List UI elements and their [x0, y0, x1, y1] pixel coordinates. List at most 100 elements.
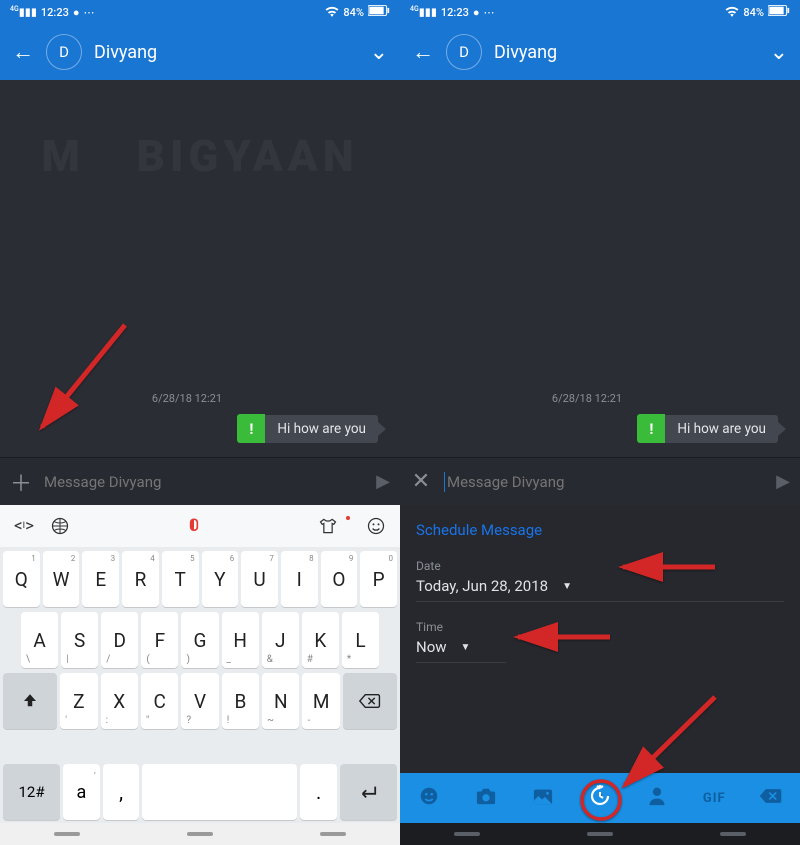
input-bar: ＋ ▶	[0, 457, 400, 505]
globe-icon[interactable]	[46, 512, 74, 540]
key-c[interactable]: C"	[141, 673, 178, 729]
phone-left: 4G▮▮▮ 12:23 ● ⋯ 84% ← D Divyang ⌄ M BIGY…	[0, 0, 400, 845]
key-n[interactable]: N~	[262, 673, 299, 729]
chat-area[interactable]: 6/28/18 12:21 ! Hi how are you	[400, 80, 800, 457]
expand-icon[interactable]: ⌄	[370, 40, 388, 65]
key-l[interactable]: L*	[342, 612, 379, 668]
app-bar: ← D Divyang ⌄	[400, 24, 800, 80]
attachment-toolbar: GIF	[400, 773, 800, 823]
dropdown-icon[interactable]: ▼	[461, 642, 471, 653]
back-arrow-icon[interactable]: ←	[12, 39, 34, 65]
shift-key[interactable]	[3, 673, 57, 729]
touchpal-icon[interactable]	[180, 512, 208, 540]
key-j[interactable]: J&	[262, 612, 299, 668]
key-x[interactable]: X:	[101, 673, 138, 729]
nav-bar	[0, 823, 400, 845]
time-field[interactable]: Time Now ▼	[400, 608, 800, 669]
contact-icon[interactable]	[642, 785, 672, 812]
gif-icon[interactable]: GIF	[699, 791, 729, 806]
key-f[interactable]: F(	[141, 612, 178, 668]
message-timestamp: 6/28/18 12:21	[152, 392, 222, 405]
avatar[interactable]: D	[46, 34, 82, 70]
nav-recent[interactable]	[720, 832, 746, 836]
emoji-icon[interactable]	[362, 512, 390, 540]
key-b[interactable]: B!	[222, 673, 259, 729]
signal-icon: 4G▮▮▮	[410, 5, 437, 19]
schedule-icon[interactable]	[585, 784, 615, 813]
status-dot-icon: ●	[473, 6, 480, 19]
message-input[interactable]	[44, 473, 364, 491]
key-m[interactable]: M-	[302, 673, 339, 729]
keyboard: <I> Q1W2E3R4T5Y6U7I8O9P0 A\S|D/F(G)H_J&K…	[0, 505, 400, 823]
numeric-key[interactable]: 12#	[3, 764, 60, 820]
message-text: Hi how are you	[265, 415, 378, 443]
date-field[interactable]: Date Today, Jun 28, 2018 ▼	[400, 547, 800, 608]
message-bubble[interactable]: ! Hi how are you	[237, 414, 386, 443]
nav-home[interactable]	[587, 832, 613, 836]
key-s[interactable]: S|	[61, 612, 98, 668]
status-bar: 4G▮▮▮ 12:23 ● ⋯ 84%	[0, 0, 400, 24]
key-t[interactable]: T5	[162, 551, 199, 607]
message-text: Hi how are you	[665, 415, 778, 443]
nav-back[interactable]	[454, 832, 480, 836]
key-k[interactable]: K#	[302, 612, 339, 668]
chat-area[interactable]: M BIGYAAN 6/28/18 12:21 ! Hi how are you	[0, 80, 400, 457]
key-h[interactable]: H_	[222, 612, 259, 668]
status-dot-icon: ●	[73, 6, 80, 19]
expand-icon[interactable]: ⌄	[770, 40, 788, 65]
key-w[interactable]: W2	[43, 551, 80, 607]
comma-key[interactable]: ,	[103, 764, 140, 820]
key-r[interactable]: R4	[122, 551, 159, 607]
enter-key[interactable]	[340, 764, 397, 820]
dropdown-icon[interactable]: ▼	[562, 581, 572, 592]
contact-name[interactable]: Divyang	[94, 42, 358, 63]
status-bar: 4G▮▮▮ 12:23 ● ⋯ 84%	[400, 0, 800, 24]
nav-back[interactable]	[54, 832, 80, 836]
back-arrow-icon[interactable]: ←	[412, 39, 434, 65]
avatar[interactable]: D	[446, 34, 482, 70]
message-input[interactable]	[447, 473, 764, 491]
key-g[interactable]: G)	[181, 612, 218, 668]
signal-icon: 4G▮▮▮	[10, 5, 37, 19]
key-z[interactable]: Z'	[60, 673, 97, 729]
period-key[interactable]: .	[300, 764, 337, 820]
gallery-icon[interactable]	[528, 786, 558, 811]
close-icon[interactable]: ✕	[410, 469, 432, 494]
status-time: 12:23	[441, 6, 469, 19]
message-timestamp: 6/28/18 12:21	[552, 392, 622, 405]
backspace-key[interactable]	[343, 673, 397, 729]
key-y[interactable]: Y6	[202, 551, 239, 607]
key-u[interactable]: U7	[241, 551, 278, 607]
plus-icon[interactable]: ＋	[10, 466, 32, 498]
key-v[interactable]: V?	[181, 673, 218, 729]
phone-right: 4G▮▮▮ 12:23 ● ⋯ 84% ← D Divyang ⌄ 6/28/1…	[400, 0, 800, 845]
key-o[interactable]: O9	[321, 551, 358, 607]
key-p[interactable]: P0	[360, 551, 397, 607]
sticker-icon[interactable]	[414, 785, 444, 812]
contact-name[interactable]: Divyang	[494, 42, 758, 63]
send-icon[interactable]: ▶	[376, 471, 390, 492]
key-e[interactable]: E3	[82, 551, 119, 607]
key-a[interactable]: A\	[21, 612, 58, 668]
battery-icon	[768, 5, 790, 19]
app-bar: ← D Divyang ⌄	[0, 24, 400, 80]
key-d[interactable]: D/	[101, 612, 138, 668]
status-time: 12:23	[41, 6, 69, 19]
send-icon[interactable]: ▶	[776, 471, 790, 492]
space-key[interactable]	[142, 764, 297, 820]
date-label: Date	[416, 559, 784, 573]
wifi-icon	[325, 5, 339, 20]
message-bubble[interactable]: ! Hi how are you	[637, 414, 786, 443]
key-i[interactable]: I8	[281, 551, 318, 607]
code-icon[interactable]: <I>	[10, 512, 38, 540]
nav-recent[interactable]	[320, 832, 346, 836]
camera-icon[interactable]	[471, 786, 501, 811]
text-cursor	[444, 472, 445, 492]
key-q[interactable]: Q1	[3, 551, 40, 607]
backspace-icon[interactable]	[756, 786, 786, 810]
time-label: Time	[416, 620, 784, 634]
nav-home[interactable]	[187, 832, 213, 836]
language-key[interactable]: a,	[63, 764, 100, 820]
tshirt-icon[interactable]	[314, 512, 342, 540]
watermark: M BIGYAAN	[41, 130, 358, 182]
